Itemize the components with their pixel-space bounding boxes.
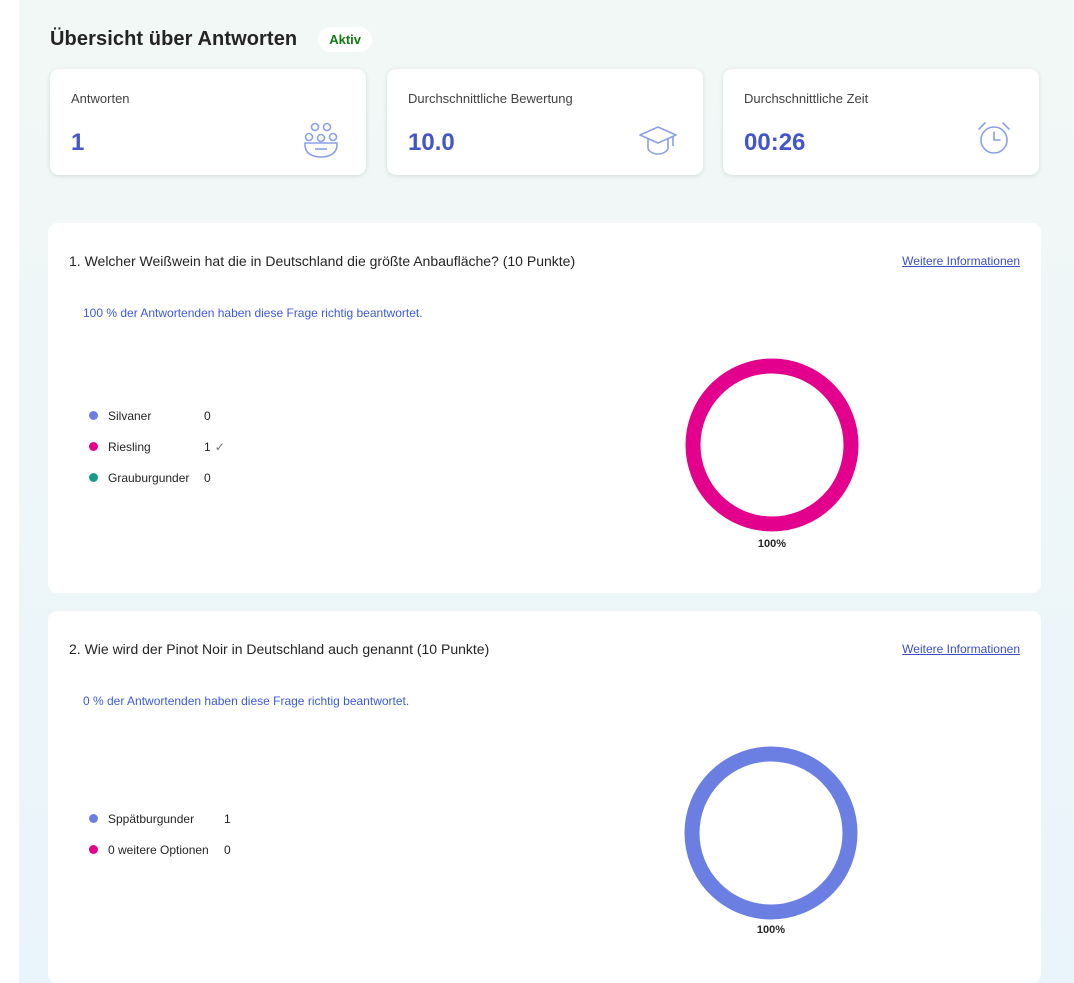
- chart-legend: Silvaner 0 Riesling 1 ✓ Grauburgunder 0: [89, 405, 225, 498]
- page-title: Übersicht über Antworten: [50, 28, 298, 50]
- donut-slice-spp-tburgunder: [684, 746, 858, 920]
- legend-label: 0 weitere Optionen: [108, 842, 209, 857]
- legend-dot: [89, 473, 98, 482]
- donut-slice-riesling: [685, 358, 859, 532]
- donut-percent-label: 100%: [757, 538, 787, 550]
- donut-chart: [685, 358, 859, 532]
- legend-dot: [89, 411, 98, 420]
- status-badge: Aktiv: [318, 27, 373, 52]
- question-title: 1. Welcher Weißwein hat die in Deutschla…: [69, 253, 576, 269]
- donut-percent-label: 100%: [756, 924, 786, 936]
- stat-label: Durchschnittliche Bewertung: [408, 91, 573, 106]
- stat-value: 1: [71, 129, 85, 156]
- correct-rate-text: 0 % der Antwortenden haben diese Frage r…: [83, 694, 410, 708]
- stat-label: Durchschnittliche Zeit: [744, 91, 869, 106]
- legend-count: 0: [204, 408, 211, 423]
- legend-count: 1: [224, 811, 231, 826]
- question-card-2: 2. Wie wird der Pinot Noir in Deutschlan…: [48, 611, 1041, 983]
- legend-dot: [89, 814, 98, 823]
- legend-item: Riesling 1 ✓: [89, 436, 225, 457]
- legend-item: 0 weitere Optionen 0: [89, 839, 231, 860]
- alarm-clock-icon: [978, 122, 1010, 154]
- legend-label: Sppätburgunder: [108, 811, 195, 826]
- donut-chart: [684, 746, 858, 920]
- question-title: 2. Wie wird der Pinot Noir in Deutschlan…: [69, 641, 490, 657]
- stat-card-average-rating: Durchschnittliche Bewertung 10.0: [387, 69, 703, 175]
- legend-item: Sppätburgunder 1: [89, 808, 231, 829]
- stat-card-average-time: Durchschnittliche Zeit 00:26: [723, 69, 1039, 175]
- correct-rate-text: 100 % der Antwortenden haben diese Frage…: [83, 306, 423, 320]
- question-card-1: 1. Welcher Weißwein hat die in Deutschla…: [48, 223, 1041, 593]
- legend-item: Silvaner 0: [89, 405, 225, 426]
- checkmark-icon: ✓: [214, 439, 225, 454]
- legend-dot: [89, 845, 98, 854]
- legend-item: Grauburgunder 0: [89, 467, 225, 488]
- more-info-link[interactable]: Weitere Informationen: [902, 254, 1020, 268]
- graduation-cap-icon: [639, 126, 677, 155]
- legend-dot: [89, 442, 98, 451]
- legend-count: 0: [224, 842, 231, 857]
- legend-count: 0: [204, 470, 211, 485]
- more-info-link[interactable]: Weitere Informationen: [902, 642, 1020, 656]
- legend-count: 1: [204, 439, 211, 454]
- header: Übersicht über Antworten Aktiv: [50, 27, 373, 52]
- legend-label: Grauburgunder: [108, 470, 190, 485]
- stat-card-responses: Antworten 1: [50, 69, 366, 175]
- stat-value: 10.0: [408, 129, 455, 156]
- legend-label: Riesling: [108, 439, 151, 454]
- people-group-icon: [304, 122, 338, 158]
- chart-legend: Sppätburgunder 1 0 weitere Optionen 0: [89, 808, 231, 870]
- legend-label: Silvaner: [108, 408, 152, 423]
- stat-value: 00:26: [744, 129, 806, 156]
- stat-label: Antworten: [71, 91, 130, 106]
